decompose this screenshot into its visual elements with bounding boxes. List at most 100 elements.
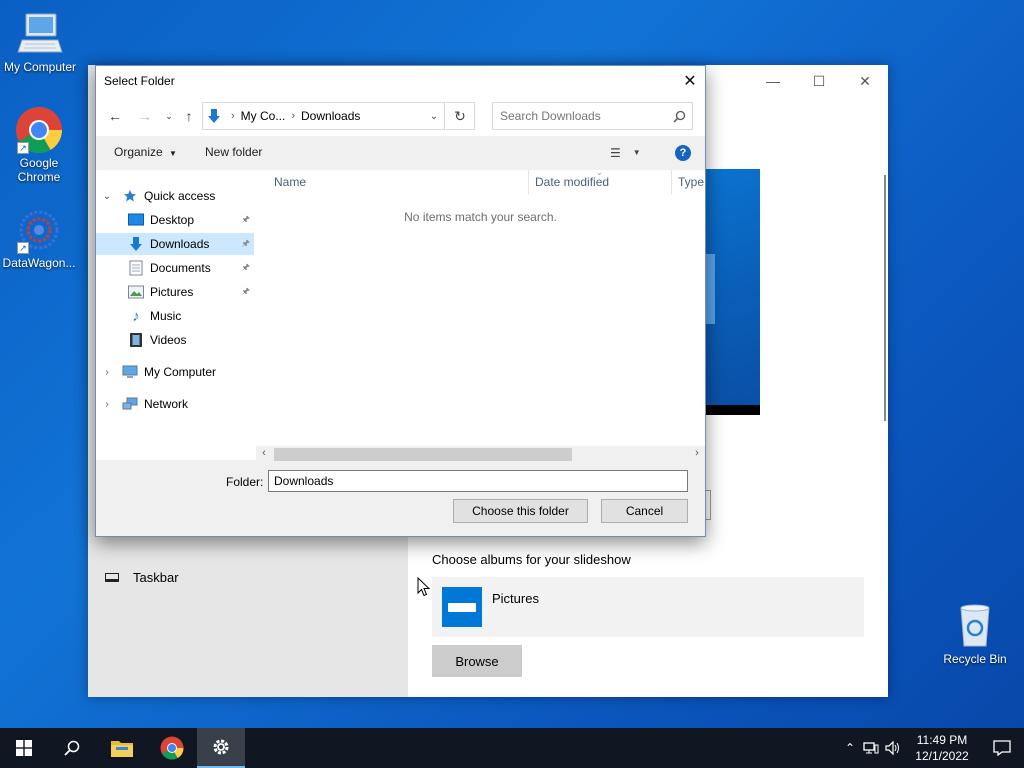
network-tray-icon[interactable]	[860, 741, 882, 755]
pin-icon[interactable]: 🖈	[242, 260, 250, 276]
album-folder-icon	[442, 587, 482, 627]
breadcrumb-current[interactable]: Downloads	[301, 109, 360, 123]
taskbar-search-icon[interactable]	[48, 728, 96, 768]
browse-button[interactable]: Browse	[432, 645, 522, 677]
pin-icon[interactable]: 🖈	[242, 212, 250, 228]
albums-heading: Choose albums for your slideshow	[432, 552, 631, 567]
expand-chevron-icon[interactable]: ›	[101, 367, 113, 378]
nav-item-videos[interactable]: Videos	[96, 329, 254, 351]
chevron-down-icon: ▼	[169, 149, 177, 158]
clock-date: 12/1/2022	[915, 749, 969, 763]
close-icon[interactable]: ✕	[842, 65, 888, 97]
shortcut-arrow-icon: ↗	[17, 242, 29, 254]
back-arrow-icon[interactable]: ←	[104, 106, 126, 126]
datawagon-icon: ↗	[15, 206, 63, 254]
refresh-icon[interactable]: ↻	[446, 102, 475, 130]
album-item[interactable]: Pictures	[432, 577, 864, 637]
desktop-icon-label: My Computer	[3, 60, 77, 74]
clock-time: 11:49 PM	[916, 733, 968, 747]
minimize-icon[interactable]: —	[750, 65, 796, 97]
column-header-type[interactable]: Type	[678, 170, 704, 194]
nav-item-downloads[interactable]: Downloads 🖈	[96, 233, 254, 255]
search-icon[interactable]	[673, 110, 686, 126]
settings-scrollbar[interactable]	[884, 175, 886, 421]
nav-item-documents[interactable]: Documents 🖈	[96, 257, 254, 279]
new-folder-button[interactable]: New folder	[205, 145, 262, 159]
file-explorer-icon[interactable]	[98, 728, 146, 768]
scroll-left-icon[interactable]: ‹	[256, 447, 272, 462]
nav-item-music[interactable]: ♪ Music	[96, 305, 254, 327]
desktop-folder-icon	[128, 212, 144, 228]
address-bar[interactable]: › My Co... › Downloads ⌄	[202, 102, 445, 130]
maximize-icon[interactable]: ☐	[796, 65, 842, 97]
dialog-titlebar[interactable]: Select Folder ✕	[96, 66, 705, 96]
scroll-thumb[interactable]	[274, 448, 572, 461]
recent-locations-chevron-icon[interactable]: ⌄	[158, 106, 180, 126]
choose-this-folder-button[interactable]: Choose this folder	[453, 499, 588, 523]
nav-item-quick-access[interactable]: ⌄ Quick access	[96, 185, 254, 207]
music-note-icon: ♪	[132, 307, 140, 325]
expand-chevron-icon[interactable]: ›	[101, 399, 113, 410]
videos-icon	[128, 332, 144, 348]
address-dropdown-icon[interactable]: ⌄	[424, 111, 444, 122]
desktop-icon-label: DataWagon...	[2, 256, 76, 270]
nav-label: My Computer	[144, 365, 217, 379]
cancel-button[interactable]: Cancel	[601, 499, 688, 523]
help-icon[interactable]: ?	[675, 145, 691, 161]
folder-field[interactable]	[268, 470, 688, 492]
nav-item-my-computer[interactable]: › My Computer	[96, 361, 254, 383]
clock[interactable]: 11:49 PM 12/1/2022	[904, 732, 980, 764]
column-header-name[interactable]: Name	[274, 170, 306, 194]
taskbar: ⌃ 11:49 PM 12/1/2022	[0, 728, 1024, 768]
volume-icon[interactable]	[882, 741, 904, 755]
expand-chevron-icon[interactable]: ⌄	[101, 191, 113, 202]
search-input[interactable]	[500, 109, 670, 123]
pin-icon[interactable]: 🖈	[242, 236, 250, 252]
search-box[interactable]	[492, 102, 693, 130]
chevron-down-icon: ▼	[632, 148, 641, 157]
nav-label: Pictures	[150, 285, 194, 299]
navigation-pane: ⌄ Quick access Desktop 🖈 Downloads 🖈 Doc…	[96, 170, 256, 460]
desktop-icon-datawagon[interactable]: ↗ DataWagon...	[0, 206, 79, 270]
forward-arrow-icon[interactable]: →	[134, 106, 156, 126]
shortcut-arrow-icon: ↗	[17, 142, 29, 154]
chrome-taskbar-icon[interactable]	[148, 728, 196, 768]
desktop-icon-google-chrome[interactable]: ↗ Google Chrome	[0, 106, 79, 184]
computer-icon	[122, 364, 138, 380]
column-divider[interactable]	[671, 170, 672, 194]
windows-logo-icon	[16, 740, 32, 756]
nav-item-desktop[interactable]: Desktop 🖈	[96, 209, 254, 231]
up-arrow-icon[interactable]: ↑	[178, 106, 200, 126]
nav-label: Quick access	[144, 189, 216, 203]
horizontal-scrollbar[interactable]: ‹ ›	[256, 446, 705, 463]
dialog-title: Select Folder	[104, 74, 175, 88]
organize-menu[interactable]: Organize ▼	[114, 145, 177, 159]
network-icon	[122, 396, 138, 412]
chevron-up-icon[interactable]: ⌃	[840, 741, 860, 755]
column-header-date-modified[interactable]: Date modified	[535, 170, 609, 194]
nav-item-pictures[interactable]: Pictures 🖈	[96, 281, 254, 303]
desktop-icon-my-computer[interactable]: My Computer	[0, 10, 80, 74]
desktop-icon-label: Recycle Bin	[943, 652, 1007, 666]
file-list: Name ⌄ Date modified Type No items match…	[256, 168, 705, 460]
breadcrumb-separator-icon: ›	[231, 110, 235, 122]
settings-nav-taskbar[interactable]: Taskbar	[105, 570, 179, 585]
start-button[interactable]	[0, 728, 48, 768]
scroll-right-icon[interactable]: ›	[689, 447, 705, 462]
nav-label: Network	[144, 397, 189, 411]
pin-icon[interactable]: 🖈	[242, 284, 250, 300]
folder-label: Folder:	[226, 475, 264, 489]
settings-nav-label: Taskbar	[133, 570, 179, 585]
close-icon[interactable]: ✕	[675, 66, 705, 96]
notifications-icon[interactable]	[980, 740, 1024, 756]
settings-gear-icon[interactable]	[197, 728, 245, 768]
nav-item-network[interactable]: › Network	[96, 393, 254, 415]
downloads-arrow-icon	[203, 103, 225, 129]
view-options[interactable]: ☰ ▼	[610, 146, 641, 160]
nav-label: Downloads	[150, 237, 210, 251]
recycle-bin-icon	[951, 602, 999, 650]
breadcrumb-parent[interactable]: My Co...	[241, 109, 286, 123]
background-preview-image	[705, 169, 760, 415]
column-divider[interactable]	[528, 170, 529, 194]
desktop-icon-recycle-bin[interactable]: Recycle Bin	[935, 602, 1015, 666]
